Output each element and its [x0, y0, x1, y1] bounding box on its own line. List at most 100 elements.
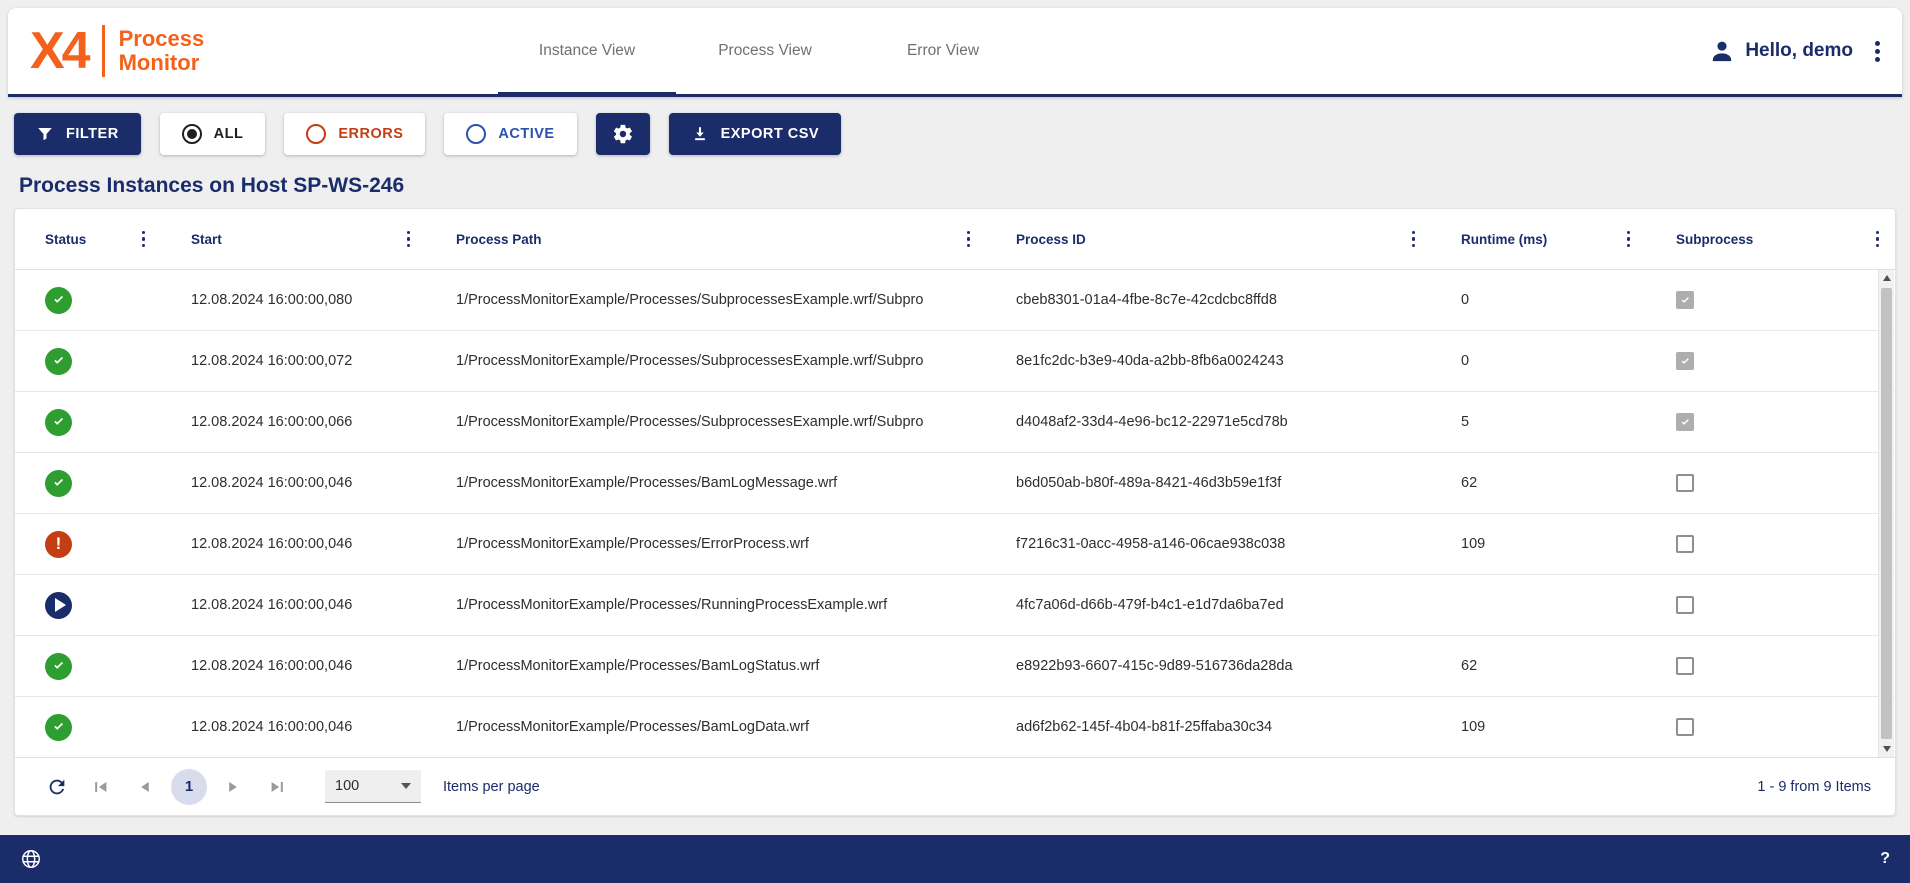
subprocess-checkbox: [1676, 535, 1694, 553]
table-row[interactable]: !12.08.2024 16:00:00,0461/ProcessMonitor…: [15, 514, 1895, 575]
column-menu-icon[interactable]: [403, 227, 415, 252]
globe-icon[interactable]: [20, 848, 42, 870]
subprocess-checkbox: [1676, 413, 1694, 431]
tab-error-view[interactable]: Error View: [854, 8, 1032, 94]
user-area: Hello, demo: [1709, 8, 1884, 94]
page-number-chip[interactable]: 1: [171, 769, 207, 805]
col-header-label: Process ID: [1016, 232, 1086, 247]
filter-active-radio[interactable]: ACTIVE: [444, 113, 576, 155]
table-row[interactable]: 12.08.2024 16:00:00,0461/ProcessMonitorE…: [15, 453, 1895, 514]
export-csv-button[interactable]: EXPORT CSV: [669, 113, 841, 155]
filter-button[interactable]: FILTER: [14, 113, 141, 155]
pagination-bar: 1 100 Items per page 1 - 9 from 9 Items: [15, 757, 1895, 815]
cell-runtime: 0: [1431, 331, 1646, 391]
table-row[interactable]: 12.08.2024 16:00:00,0461/ProcessMonitorE…: [15, 697, 1895, 757]
scrollbar-down-button[interactable]: [1879, 741, 1894, 757]
column-menu-icon[interactable]: [138, 227, 150, 252]
table-row[interactable]: 12.08.2024 16:00:00,0721/ProcessMonitorE…: [15, 331, 1895, 392]
product-line2: Monitor: [119, 51, 205, 75]
col-header-start[interactable]: Start: [161, 209, 426, 269]
status-success-icon: [45, 287, 72, 314]
cell-process-id: 8e1fc2dc-b3e9-40da-a2bb-8fb6a0024243: [986, 331, 1431, 391]
x4-logo: X4: [30, 25, 88, 77]
toolbar: FILTER ALL ERRORS ACTIVE EXPORT CSV: [14, 113, 841, 155]
user-menu-icon[interactable]: [1871, 37, 1884, 66]
app-footer: ?: [0, 835, 1910, 883]
scrollbar-up-button[interactable]: [1879, 270, 1894, 286]
subprocess-checkbox: [1676, 291, 1694, 309]
product-line1: Process: [119, 27, 205, 51]
filter-active-label: ACTIVE: [498, 126, 554, 142]
filter-all-label: ALL: [214, 126, 244, 142]
filter-all-radio[interactable]: ALL: [160, 113, 266, 155]
table-row[interactable]: 12.08.2024 16:00:00,0461/ProcessMonitorE…: [15, 575, 1895, 636]
cell-start: 12.08.2024 16:00:00,046: [161, 697, 426, 757]
items-per-page-label: Items per page: [443, 779, 540, 795]
table-row[interactable]: 12.08.2024 16:00:00,0661/ProcessMonitorE…: [15, 392, 1895, 453]
app-root: X4 Process Monitor Instance ViewProcess …: [0, 0, 1910, 883]
col-header-runtime-ms[interactable]: Runtime (ms): [1431, 209, 1646, 269]
cell-subprocess: [1646, 697, 1895, 757]
column-menu-icon[interactable]: [963, 227, 975, 252]
cell-status: !: [15, 514, 161, 574]
cell-start: 12.08.2024 16:00:00,046: [161, 636, 426, 696]
user-greeting: Hello, demo: [1745, 40, 1853, 62]
page-size-value: 100: [335, 778, 359, 794]
download-icon: [691, 125, 709, 143]
vertical-scrollbar[interactable]: [1878, 270, 1894, 757]
table-row[interactable]: 12.08.2024 16:00:00,0461/ProcessMonitorE…: [15, 636, 1895, 697]
cell-subprocess: [1646, 514, 1895, 574]
cell-process-path: 1/ProcessMonitorExample/Processes/Subpro…: [426, 392, 986, 452]
col-header-subprocess[interactable]: Subprocess: [1646, 209, 1895, 269]
user-icon: [1709, 38, 1735, 64]
column-menu-icon[interactable]: [1872, 227, 1884, 252]
page-size-select[interactable]: 100: [325, 770, 421, 803]
cell-runtime: 62: [1431, 636, 1646, 696]
cell-subprocess: [1646, 453, 1895, 513]
subprocess-checkbox: [1676, 657, 1694, 675]
col-header-process-path[interactable]: Process Path: [426, 209, 986, 269]
subprocess-checkbox: [1676, 474, 1694, 492]
app-header: X4 Process Monitor Instance ViewProcess …: [8, 8, 1902, 97]
cell-status: [15, 697, 161, 757]
cell-runtime: [1431, 575, 1646, 635]
status-success-icon: [45, 348, 72, 375]
cell-subprocess: [1646, 636, 1895, 696]
help-button[interactable]: ?: [1880, 850, 1890, 868]
table-body: 12.08.2024 16:00:00,080 1/ProcessMonitorE…: [15, 270, 1895, 757]
next-page-button[interactable]: [215, 769, 251, 805]
cell-status: [15, 392, 161, 452]
filter-errors-radio[interactable]: ERRORS: [284, 113, 425, 155]
export-csv-label: EXPORT CSV: [721, 126, 819, 142]
tab-instance-view[interactable]: Instance View: [498, 8, 676, 94]
cell-start: 12.08.2024 16:00:00,046: [161, 514, 426, 574]
cell-process-path: 1/ProcessMonitorExample/Processes/Runnin…: [426, 575, 986, 635]
cell-status: [15, 453, 161, 513]
cell-process-id: f7216c31-0acc-4958-a146-06cae938c038: [986, 514, 1431, 574]
cell-process-id: ad6f2b62-145f-4b04-b81f-25ffaba30c34: [986, 697, 1431, 757]
table-row[interactable]: 12.08.2024 16:00:00,0801/ProcessMonitorE…: [15, 270, 1895, 331]
column-menu-icon[interactable]: [1623, 227, 1635, 252]
cell-process-path: 1/ProcessMonitorExample/Processes/BamLog…: [426, 697, 986, 757]
cell-runtime: 5: [1431, 392, 1646, 452]
tab-process-view[interactable]: Process View: [676, 8, 854, 94]
subprocess-checkbox: [1676, 352, 1694, 370]
cell-process-id: e8922b93-6607-415c-9d89-516736da28da: [986, 636, 1431, 696]
col-header-status[interactable]: Status: [15, 209, 161, 269]
status-success-icon: [45, 409, 72, 436]
cell-process-id: d4048af2-33d4-4e96-bc12-22971e5cd78b: [986, 392, 1431, 452]
first-page-button[interactable]: [83, 769, 119, 805]
column-menu-icon[interactable]: [1408, 227, 1420, 252]
settings-button[interactable]: [596, 113, 650, 155]
scrollbar-thumb[interactable]: [1881, 288, 1892, 739]
radio-unselected-icon: [306, 124, 326, 144]
status-running-icon: [45, 592, 72, 619]
status-success-icon: [45, 470, 72, 497]
cell-start: 12.08.2024 16:00:00,080: [161, 270, 426, 330]
col-header-process-id[interactable]: Process ID: [986, 209, 1431, 269]
status-success-icon: [45, 653, 72, 680]
last-page-button[interactable]: [259, 769, 295, 805]
subprocess-checkbox: [1676, 596, 1694, 614]
refresh-button[interactable]: [39, 769, 75, 805]
prev-page-button[interactable]: [127, 769, 163, 805]
